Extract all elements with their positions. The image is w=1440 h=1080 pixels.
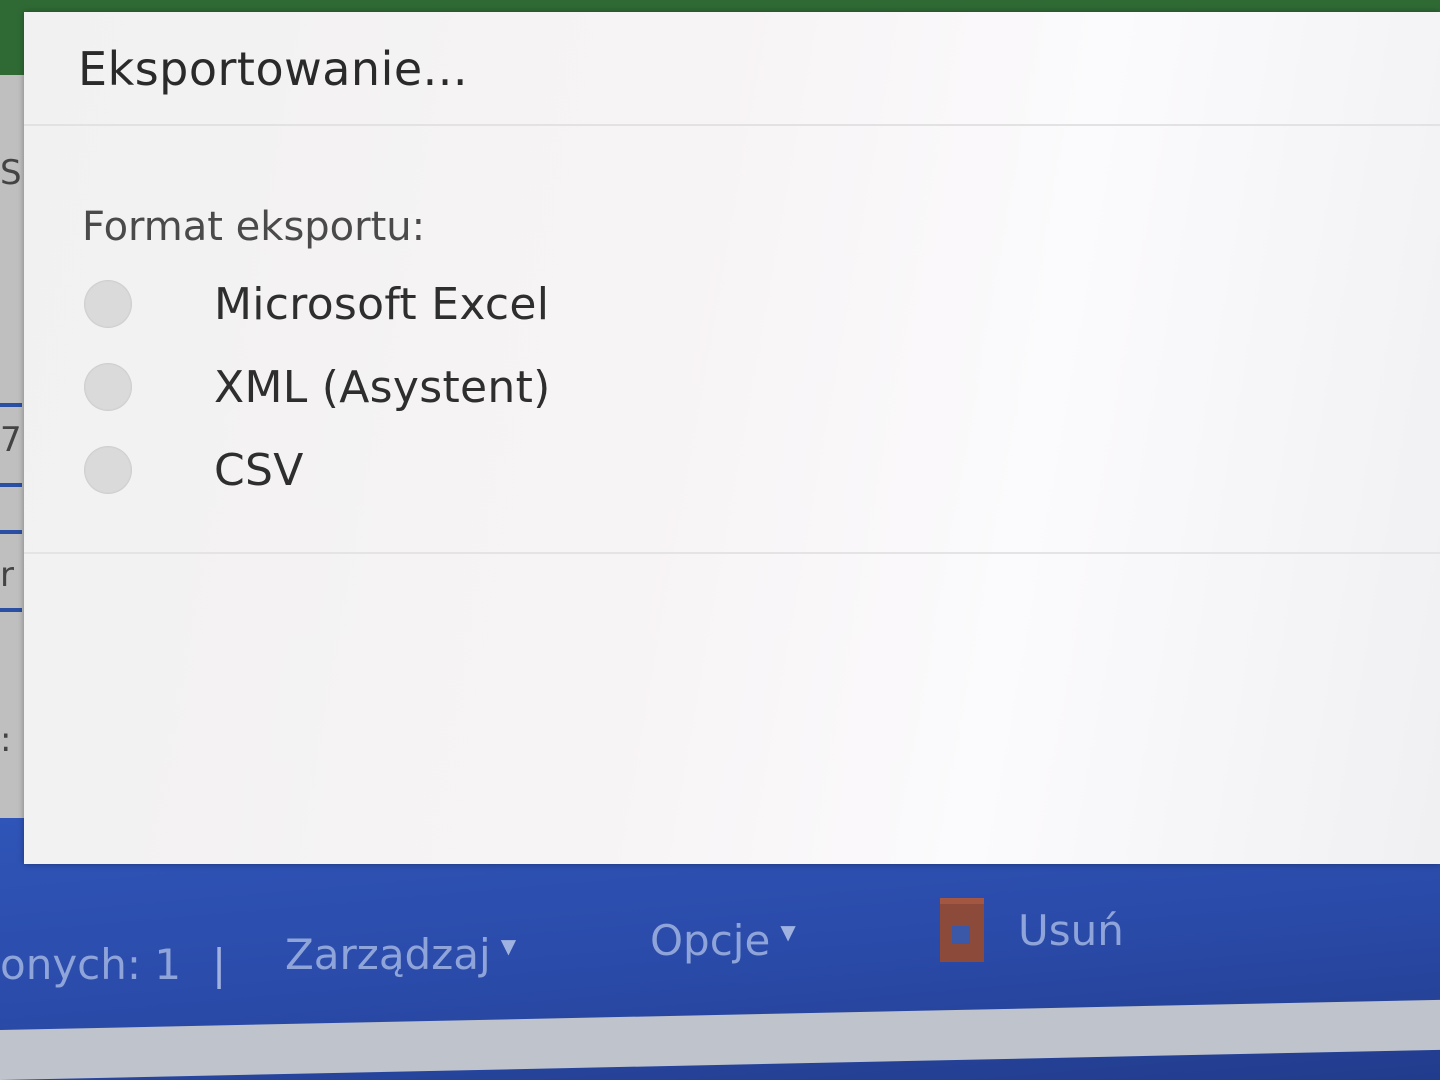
dialog-title: Eksportowanie...	[78, 42, 469, 96]
radio-label-csv: CSV	[214, 444, 304, 496]
manage-label: Zarządzaj	[285, 930, 491, 979]
options-label: Opcje	[650, 916, 771, 965]
caret-down-icon: ▼	[780, 919, 796, 944]
radio-button-csv[interactable]	[84, 446, 132, 494]
background-text-fragment: r	[0, 555, 14, 595]
delete-label: Usuń	[1018, 905, 1124, 955]
export-format-label: Format eksportu:	[82, 204, 426, 250]
background-text-fragment: S	[0, 153, 22, 193]
radio-button-excel[interactable]	[84, 280, 132, 328]
background-text-fragment: 7	[0, 420, 22, 460]
delete-button[interactable]: Usuń	[940, 898, 1124, 962]
radio-label-xml: XML (Asystent)	[214, 361, 551, 413]
background-text-fragment: :	[0, 720, 12, 760]
export-dialog: Eksportowanie... Format eksportu: Micros…	[24, 12, 1440, 864]
background-divider	[0, 530, 22, 534]
manage-dropdown-button[interactable]: Zarządzaj ▼	[285, 930, 516, 979]
trash-icon	[940, 898, 984, 962]
background-divider	[0, 483, 22, 487]
radio-option-csv[interactable]: CSV	[82, 440, 642, 500]
toolbar-separator: |	[212, 940, 227, 989]
radio-option-excel[interactable]: Microsoft Excel	[82, 274, 642, 334]
dialog-header: Eksportowanie...	[24, 12, 1440, 126]
radio-button-xml[interactable]	[84, 363, 132, 411]
background-divider	[0, 403, 22, 407]
selected-count-label: onych: 1	[0, 940, 182, 989]
dialog-footer-divider	[24, 552, 1440, 554]
radio-label-excel: Microsoft Excel	[214, 278, 550, 330]
radio-option-xml[interactable]: XML (Asystent)	[82, 357, 642, 417]
options-dropdown-button[interactable]: Opcje ▼	[650, 916, 796, 965]
caret-down-icon: ▼	[500, 933, 517, 958]
background-divider	[0, 608, 22, 612]
